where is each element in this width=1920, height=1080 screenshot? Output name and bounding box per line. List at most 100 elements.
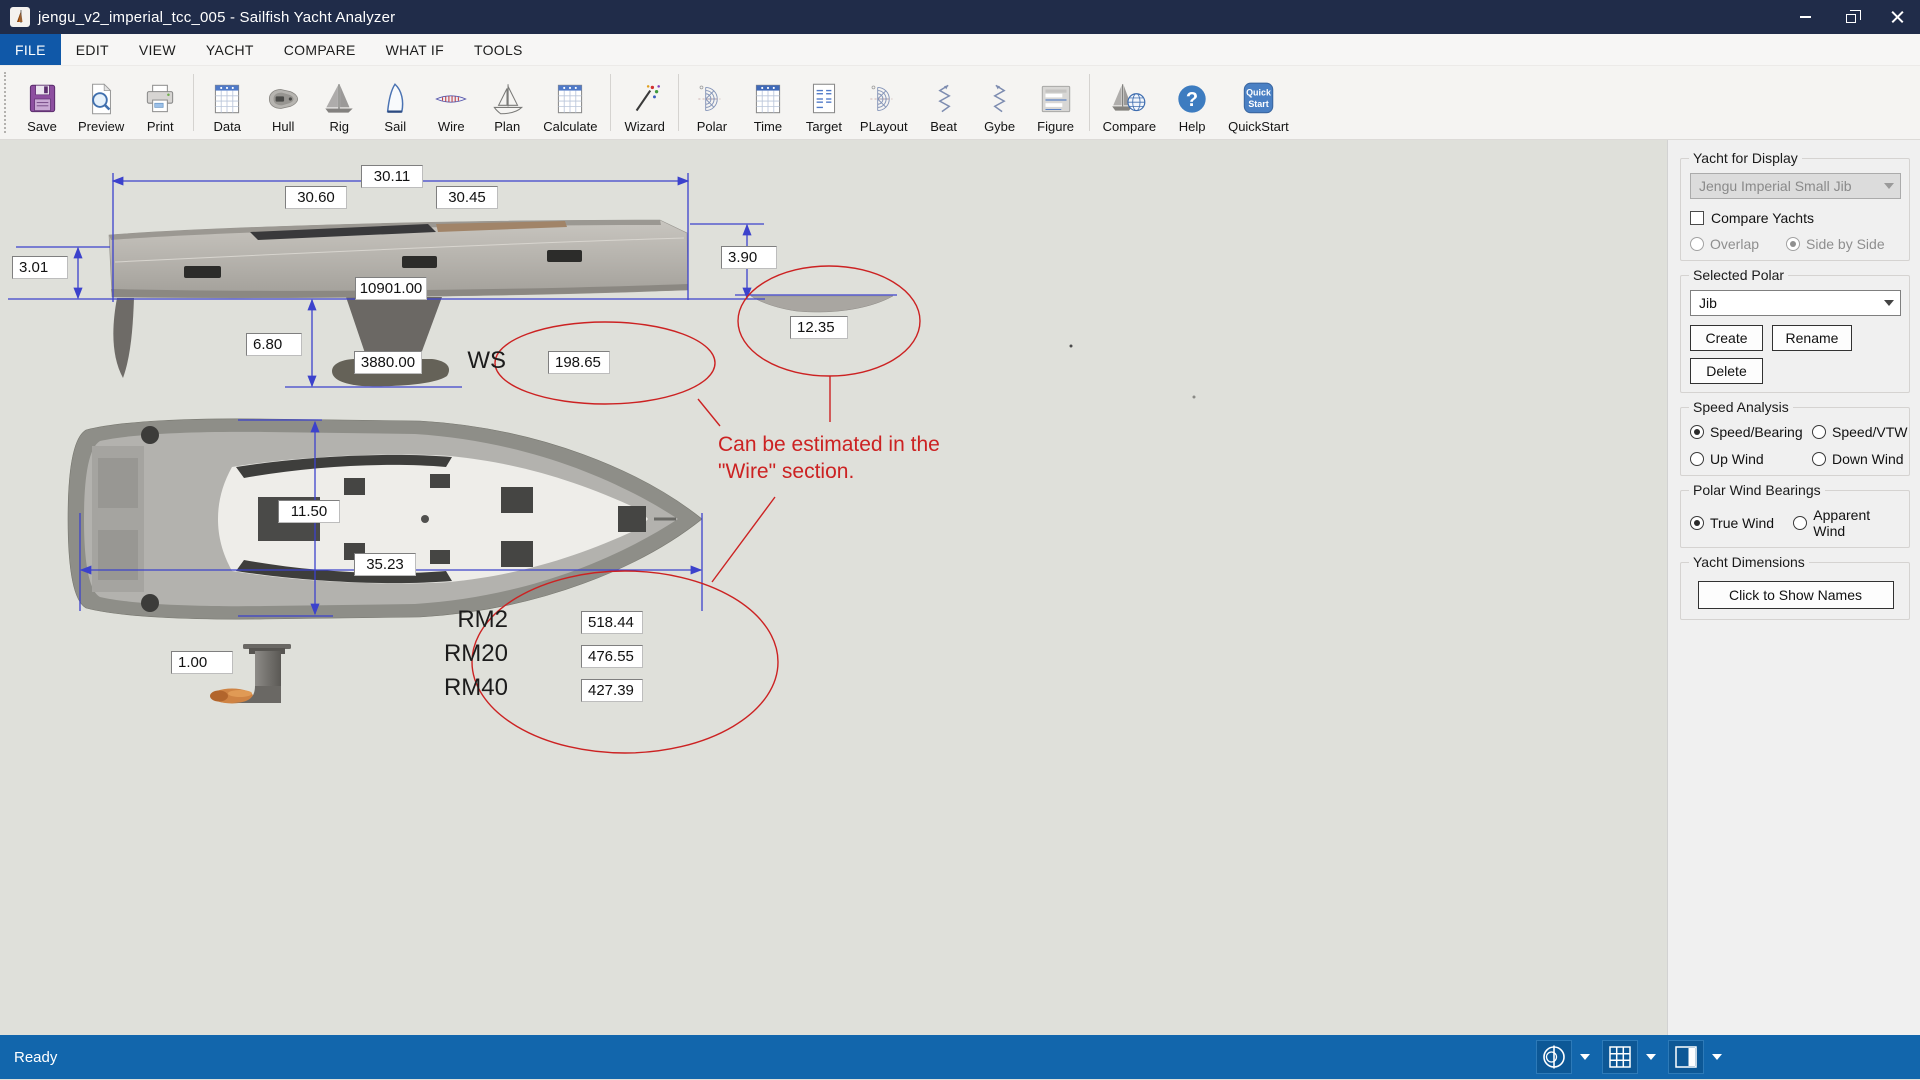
toolbar-separator (610, 74, 611, 131)
plan-icon (487, 80, 527, 118)
toolbar-button-rig[interactable]: Rig (311, 66, 367, 139)
toolbar-grip[interactable] (4, 72, 12, 133)
restore-button[interactable] (1828, 0, 1874, 34)
toolbar-button-save[interactable]: Save (14, 66, 70, 139)
apparent-wind-label: Apparent Wind (1813, 507, 1901, 539)
toolbar-button-target[interactable]: Target (796, 66, 852, 139)
toolbar-button-figure[interactable]: Figure (1028, 66, 1084, 139)
up-wind-label: Up Wind (1710, 451, 1764, 467)
save-icon (22, 80, 62, 118)
toolbar-button-hull[interactable]: Hull (255, 66, 311, 139)
toolbar-button-playout[interactable]: PLayout (852, 66, 916, 139)
toolbar-button-time[interactable]: Time (740, 66, 796, 139)
time-icon (748, 80, 788, 118)
dimension-box-aft[interactable]: 30.45 (436, 186, 498, 209)
grid-display-button[interactable] (1602, 1040, 1638, 1074)
overlap-label: Overlap (1710, 236, 1759, 252)
yacht-select[interactable]: Jengu Imperial Small Jib (1690, 173, 1901, 199)
canvas: Can be estimated in the "Wire" section. … (0, 140, 1667, 1035)
canvas-speck (1070, 345, 1073, 348)
toolbar-button-plan[interactable]: Plan (479, 66, 535, 139)
toolbar-button-wizard[interactable]: Wizard (616, 66, 672, 139)
preview-icon (81, 80, 121, 118)
grid-display-caret-icon[interactable] (1646, 1054, 1656, 1060)
dimension-box-deck-length[interactable]: 35.23 (354, 553, 416, 576)
dimension-box-ws[interactable]: 198.65 (548, 351, 610, 374)
dimension-box-freeboard-stern[interactable]: 3.01 (12, 256, 68, 279)
toolbar-button-gybe[interactable]: Gybe (972, 66, 1028, 139)
toolbar-button-compare[interactable]: Compare (1095, 66, 1164, 139)
toolbar-button-label: Time (754, 119, 782, 134)
apparent-wind-radio[interactable]: Apparent Wind (1793, 507, 1901, 539)
chevron-down-icon (1884, 183, 1894, 189)
dimension-box-displacement[interactable]: 10901.00 (355, 277, 427, 300)
menu-item-edit[interactable]: EDIT (61, 34, 124, 65)
group-label-yacht-dimensions: Yacht Dimensions (1689, 554, 1809, 570)
sail-icon (375, 80, 415, 118)
toolbar-button-sail[interactable]: Sail (367, 66, 423, 139)
delete-button[interactable]: Delete (1690, 358, 1763, 384)
toolbar-button-label: Polar (697, 119, 727, 134)
polar-display-caret-icon[interactable] (1580, 1054, 1590, 1060)
toolbar-button-preview[interactable]: Preview (70, 66, 132, 139)
dimension-box-rm2[interactable]: 518.44 (581, 611, 643, 634)
overlap-radio[interactable]: Overlap (1690, 236, 1786, 252)
sidebar: Yacht for Display Jengu Imperial Small J… (1667, 140, 1920, 1035)
rm40-label: RM40 (444, 676, 508, 700)
toolbar-button-quickstart[interactable]: QuickStartQuickStart (1220, 66, 1297, 139)
rename-button[interactable]: Rename (1772, 325, 1852, 351)
dimension-box-freeboard-bow[interactable]: 3.90 (721, 246, 777, 269)
menu-item-what-if[interactable]: WHAT IF (371, 34, 459, 65)
dimension-box-draft[interactable]: 6.80 (246, 333, 302, 356)
layout-display-button[interactable] (1668, 1040, 1704, 1074)
radio-icon (1793, 516, 1807, 530)
menu-item-view[interactable]: VIEW (124, 34, 191, 65)
side-by-side-radio[interactable]: Side by Side (1786, 236, 1885, 252)
true-wind-radio[interactable]: True Wind (1690, 507, 1793, 539)
menu-item-compare[interactable]: COMPARE (269, 34, 371, 65)
show-names-button[interactable]: Click to Show Names (1698, 581, 1894, 609)
toolbar-button-data[interactable]: Data (199, 66, 255, 139)
toolbar-button-calculate[interactable]: Calculate (535, 66, 605, 139)
toolbar: SavePreviewPrintDataHullRigSailWirePlanC… (0, 66, 1920, 140)
up-wind-radio[interactable]: Up Wind (1690, 451, 1812, 467)
toolbar-button-label: Print (147, 119, 174, 134)
toolbar-button-label: Wizard (624, 119, 664, 134)
compare-yachts-checkbox[interactable]: Compare Yachts (1690, 210, 1901, 226)
create-button[interactable]: Create (1690, 325, 1763, 351)
minimize-button[interactable] (1782, 0, 1828, 34)
polar-display-button[interactable] (1536, 1040, 1572, 1074)
toolbar-button-label: Hull (272, 119, 294, 134)
layout-display-caret-icon[interactable] (1712, 1054, 1722, 1060)
chevron-down-icon (1884, 300, 1894, 306)
down-wind-radio[interactable]: Down Wind (1812, 451, 1907, 467)
menu-item-yacht[interactable]: YACHT (191, 34, 269, 65)
dimension-box-rm20[interactable]: 476.55 (581, 645, 643, 668)
polar-select[interactable]: Jib (1690, 290, 1901, 316)
toolbar-button-help[interactable]: ?Help (1164, 66, 1220, 139)
dimension-box-keel-span[interactable]: 12.35 (790, 316, 848, 339)
restore-icon (1846, 14, 1856, 23)
dimension-box-rm40[interactable]: 427.39 (581, 679, 643, 702)
yacht-select-value: Jengu Imperial Small Jib (1699, 178, 1880, 194)
dimension-box-fore[interactable]: 30.60 (285, 186, 347, 209)
dimension-box-ballast[interactable]: 3880.00 (354, 351, 422, 374)
group-yacht-for-display: Yacht for Display Jengu Imperial Small J… (1680, 158, 1910, 261)
dimension-box-beam[interactable]: 11.50 (278, 500, 340, 523)
toolbar-button-beat[interactable]: Beat (916, 66, 972, 139)
close-button[interactable] (1874, 0, 1920, 34)
toolbar-button-polar[interactable]: Polar (684, 66, 740, 139)
toolbar-button-wire[interactable]: Wire (423, 66, 479, 139)
speed-bearing-label: Speed/Bearing (1710, 424, 1803, 440)
dimension-box-rudder[interactable]: 1.00 (171, 651, 233, 674)
speed-vtw-radio[interactable]: Speed/VTW (1812, 424, 1907, 440)
menu-item-file[interactable]: FILE (0, 34, 61, 65)
beat-icon (924, 80, 964, 118)
down-wind-label: Down Wind (1832, 451, 1904, 467)
speed-bearing-radio[interactable]: Speed/Bearing (1690, 424, 1812, 440)
dimension-box-loa[interactable]: 30.11 (361, 165, 423, 188)
grid-display-icon (1606, 1043, 1634, 1071)
toolbar-button-print[interactable]: Print (132, 66, 188, 139)
menu-item-tools[interactable]: TOOLS (459, 34, 538, 65)
radio-icon (1690, 425, 1704, 439)
